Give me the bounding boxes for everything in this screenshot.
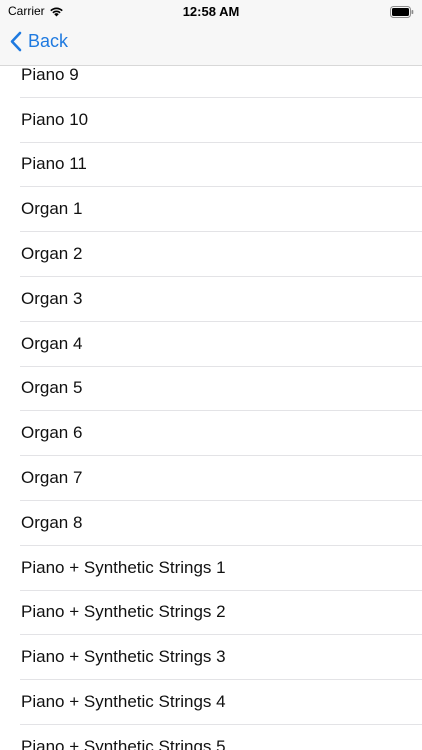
list-item[interactable]: Piano + Synthetic Strings 1 xyxy=(20,546,422,591)
list-item-label: Piano + Synthetic Strings 5 xyxy=(21,736,226,750)
list-item-label: Organ 1 xyxy=(21,199,83,219)
list-item[interactable]: Organ 7 xyxy=(20,456,422,501)
list-item-label: Piano 11 xyxy=(21,154,87,174)
back-label: Back xyxy=(28,31,69,51)
list-item-label: Organ 6 xyxy=(21,423,83,443)
list-item-label: Organ 7 xyxy=(21,468,83,488)
list-item[interactable]: Organ 5 xyxy=(20,367,422,412)
list-item-label: Piano 9 xyxy=(21,64,79,84)
list-item[interactable]: Organ 6 xyxy=(20,411,422,457)
back-button[interactable]: Back xyxy=(10,31,68,52)
list-item[interactable]: Piano 10 xyxy=(20,98,422,143)
navigation-bar: Back xyxy=(0,22,422,66)
list-item-label: Organ 8 xyxy=(21,512,83,532)
list-item-label: Organ 5 xyxy=(21,378,83,398)
list-item[interactable]: Piano 11 xyxy=(20,143,422,188)
list-item-label: Organ 3 xyxy=(21,288,83,308)
list-item-label: Piano + Synthetic Strings 4 xyxy=(21,692,226,712)
sound-list: Piano 9 Piano 10 Piano 11 Organ 1 Organ … xyxy=(0,53,422,750)
list-item[interactable]: Organ 1 xyxy=(20,187,422,233)
screen: Carrier 12:58 AM Back Piano 9 Piano 10 P… xyxy=(0,0,422,750)
list-item-label: Piano + Synthetic Strings 2 xyxy=(21,602,226,622)
list-item-label: Piano + Synthetic Strings 1 xyxy=(21,557,226,577)
status-time: 12:58 AM xyxy=(182,4,240,19)
status-bar: Carrier 12:58 AM xyxy=(0,0,422,22)
list-item[interactable]: Organ 3 xyxy=(20,277,422,322)
list-item[interactable]: Organ 2 xyxy=(20,232,422,277)
list-item-label: Organ 2 xyxy=(21,244,83,264)
list-item[interactable]: Organ 8 xyxy=(20,501,422,546)
list-item[interactable]: Piano + Synthetic Strings 5 xyxy=(20,725,422,750)
list-item-label: Piano 10 xyxy=(21,109,89,129)
list-item-label: Piano + Synthetic Strings 3 xyxy=(21,647,226,667)
list-item-label: Organ 4 xyxy=(21,333,83,353)
list-item[interactable]: Piano + Synthetic Strings 2 xyxy=(20,591,422,636)
list-item[interactable]: Organ 4 xyxy=(20,322,422,367)
battery-icon xyxy=(390,5,414,23)
chevron-left-icon xyxy=(10,31,22,52)
list-item[interactable]: Piano + Synthetic Strings 4 xyxy=(20,680,422,725)
list-item[interactable]: Piano + Synthetic Strings 3 xyxy=(20,635,422,681)
